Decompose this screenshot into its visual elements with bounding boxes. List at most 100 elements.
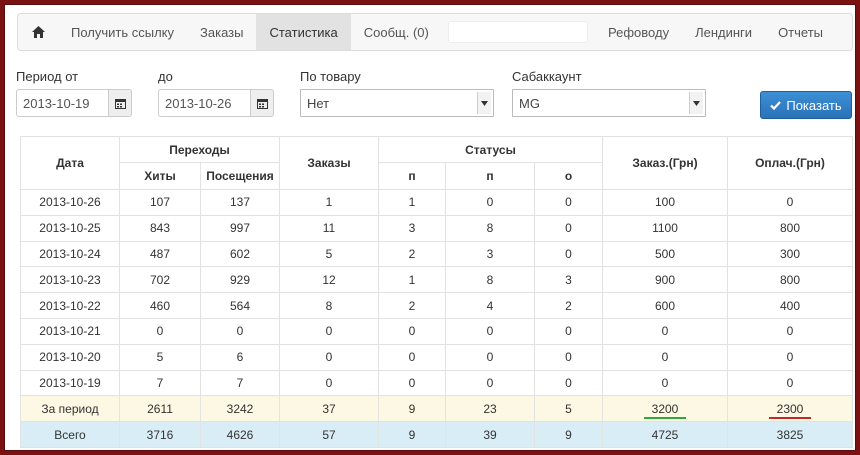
period-label: За период	[20, 395, 120, 423]
table-row: 2013-10-20 5 6 0 0 0 0 0 0	[20, 343, 853, 371]
cell-status-p1: 1	[378, 266, 446, 294]
product-select[interactable]: Нет	[300, 89, 494, 117]
total-orders: 57	[279, 421, 379, 448]
cell-orders: 1	[279, 189, 379, 216]
total-summary-row: Всего 3716 4626 57 9 39 9 4725 3825	[20, 421, 853, 448]
checkmark-icon	[770, 100, 782, 110]
cell-date: 2013-10-20	[20, 343, 120, 371]
nav-get-link[interactable]: Получить ссылку	[58, 14, 187, 50]
cell-paid-sum: 0	[727, 317, 853, 345]
period-paid-cell: 2300	[727, 395, 853, 423]
dropdown-arrow-icon	[477, 92, 491, 114]
header-orders: Заказы	[279, 136, 379, 190]
total-visits: 4626	[200, 421, 280, 448]
cell-paid-sum: 0	[727, 369, 853, 397]
cell-orders: 8	[279, 292, 379, 319]
cell-status-o: 2	[534, 292, 603, 319]
header-status-o: о	[534, 162, 603, 190]
home-icon	[31, 26, 45, 38]
nav-home[interactable]	[18, 14, 58, 50]
cell-paid-sum: 0	[727, 189, 853, 216]
cell-status-p1: 2	[378, 240, 446, 268]
cell-status-p2: 8	[445, 214, 535, 242]
nav-blank-field	[447, 21, 588, 43]
product-select-value: Нет	[307, 95, 330, 111]
cell-orders: 0	[279, 369, 379, 397]
cell-status-o: 0	[534, 189, 603, 216]
table-row: 2013-10-19 7 7 0 0 0 0 0 0	[20, 369, 853, 397]
cell-visits: 7	[200, 369, 280, 397]
date-from-input[interactable]: 2013-10-19	[16, 89, 108, 117]
period-summary-row: За период 2611 3242 37 9 23 5 3200 2300	[20, 395, 853, 423]
cell-status-o: 0	[534, 317, 603, 345]
show-button[interactable]: Показать	[760, 91, 852, 119]
cell-status-p2: 0	[445, 343, 535, 371]
cell-status-p1: 0	[378, 343, 446, 371]
nav-referral[interactable]: Рефоводу	[595, 14, 682, 50]
cell-status-p2: 0	[445, 189, 535, 216]
date-from-calendar-button[interactable]	[108, 89, 132, 117]
product-label: По товару	[300, 69, 361, 84]
total-status-p1: 9	[378, 421, 446, 448]
total-status-o: 9	[534, 421, 603, 448]
table-row: 2013-10-26 107 137 1 1 0 0 100 0	[20, 189, 853, 216]
cell-ordered-sum: 0	[602, 369, 728, 397]
cell-date: 2013-10-25	[20, 214, 120, 242]
table-row: 2013-10-21 0 0 0 0 0 0 0 0	[20, 317, 853, 345]
cell-ordered-sum: 900	[602, 266, 728, 294]
cell-visits: 929	[200, 266, 280, 294]
cell-paid-sum: 400	[727, 292, 853, 319]
cell-orders: 0	[279, 317, 379, 345]
header-statuses: Статусы	[378, 136, 603, 163]
period-to-label: до	[158, 69, 173, 84]
cell-date: 2013-10-23	[20, 266, 120, 294]
nav-landings[interactable]: Лендинги	[682, 14, 765, 50]
date-to-input[interactable]: 2013-10-26	[158, 89, 250, 117]
cell-visits: 137	[200, 189, 280, 216]
period-from-label: Период от	[16, 69, 79, 84]
app-frame: Получить ссылку Заказы Статистика Сообщ.…	[4, 4, 856, 451]
statistics-table: Дата Переходы Заказы Статусы Заказ.(Грн)…	[20, 136, 853, 448]
header-status-p1: п	[378, 162, 446, 190]
period-status-p1: 9	[378, 395, 446, 423]
cell-hits: 0	[119, 317, 201, 345]
cell-visits: 997	[200, 214, 280, 242]
nav-reports[interactable]: Отчеты	[765, 14, 836, 50]
cell-hits: 5	[119, 343, 201, 371]
nav-statistics[interactable]: Статистика	[256, 14, 351, 50]
nav-messages[interactable]: Сообщ. (0)	[351, 14, 442, 50]
subaccount-select[interactable]: MG	[512, 89, 706, 117]
cell-status-p2: 0	[445, 317, 535, 345]
show-button-label: Показать	[786, 97, 842, 113]
cell-status-p2: 0	[445, 369, 535, 397]
cell-hits: 702	[119, 266, 201, 294]
header-paid-sum: Оплач.(Грн)	[727, 136, 853, 190]
cell-orders: 0	[279, 343, 379, 371]
top-navbar: Получить ссылку Заказы Статистика Сообщ.…	[17, 13, 853, 51]
header-visits: Посещения	[200, 162, 280, 190]
period-paid-sum: 2300	[768, 401, 812, 419]
date-to-calendar-button[interactable]	[250, 89, 274, 117]
total-ordered-sum: 4725	[602, 421, 728, 448]
nav-orders[interactable]: Заказы	[187, 14, 256, 50]
cell-date: 2013-10-26	[20, 189, 120, 216]
cell-status-p1: 1	[378, 189, 446, 216]
cell-status-o: 3	[534, 266, 603, 294]
statistics-table-wrapper: Дата Переходы Заказы Статусы Заказ.(Грн)…	[20, 136, 853, 448]
subaccount-select-value: MG	[519, 95, 540, 111]
total-paid-sum: 3825	[727, 421, 853, 448]
cell-visits: 6	[200, 343, 280, 371]
calendar-icon	[114, 98, 126, 109]
cell-visits: 0	[200, 317, 280, 345]
cell-ordered-sum: 600	[602, 292, 728, 319]
date-to-group: 2013-10-26	[158, 89, 274, 117]
cell-paid-sum: 800	[727, 266, 853, 294]
total-hits: 3716	[119, 421, 201, 448]
cell-status-p2: 8	[445, 266, 535, 294]
cell-ordered-sum: 500	[602, 240, 728, 268]
cell-date: 2013-10-24	[20, 240, 120, 268]
table-row: 2013-10-25 843 997 11 3 8 0 1100 800	[20, 214, 853, 242]
cell-hits: 7	[119, 369, 201, 397]
header-date: Дата	[20, 136, 120, 190]
cell-paid-sum: 300	[727, 240, 853, 268]
